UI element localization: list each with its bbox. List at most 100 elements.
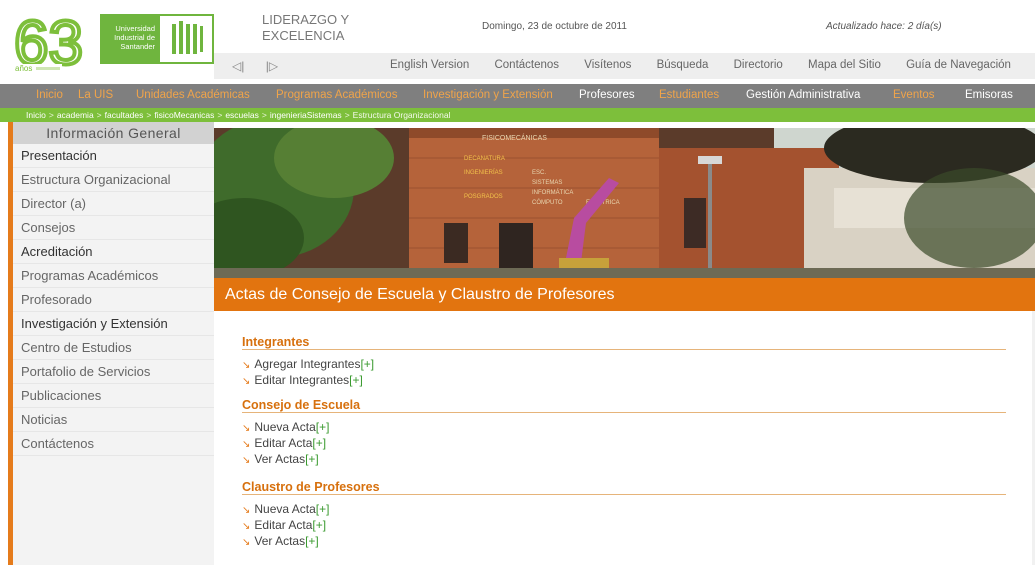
util-link-guia-navegacion[interactable]: Guía de Navegación xyxy=(906,59,1011,71)
link-editar-acta-claustro[interactable]: ↘ Editar Acta[+] xyxy=(242,518,1006,534)
nav-inicio[interactable]: Inicio xyxy=(36,89,63,101)
nav-investigacion-extension[interactable]: Investigación y Extensión xyxy=(423,89,553,101)
last-updated: Actualizado hace: 2 día(s) xyxy=(826,21,942,32)
campus-banner-image: FISICOMECÁNICAS DECANATURA INGENIERÍAS P… xyxy=(214,128,1035,278)
svg-text:ESC.: ESC. xyxy=(532,170,546,176)
sidebar-item-noticias[interactable]: Noticias xyxy=(13,408,214,432)
expand-plus[interactable]: [+] xyxy=(349,373,363,387)
sidebar-title: Información General xyxy=(13,122,214,144)
breadcrumb-facultades[interactable]: facultades xyxy=(105,110,144,120)
breadcrumb-separator: > xyxy=(146,110,152,120)
breadcrumb-separator: > xyxy=(48,110,54,120)
breadcrumb-fisicomecanicas[interactable]: fisicoMecanicas xyxy=(154,110,214,120)
section-links: ↘ Nueva Acta[+] ↘ Editar Acta[+] ↘ Ver Acta… xyxy=(242,413,1006,468)
expand-plus[interactable]: [+] xyxy=(312,518,326,532)
svg-text:CÓMPUTO: CÓMPUTO xyxy=(532,199,563,206)
link-ver-actas-consejo[interactable]: ↘ Ver Actas[+] xyxy=(242,452,1006,468)
nav-profesores[interactable]: Profesores xyxy=(579,89,635,101)
nav-estudiantes[interactable]: Estudiantes xyxy=(659,89,719,101)
link-editar-acta-consejo[interactable]: ↘ Editar Acta[+] xyxy=(242,436,1006,452)
sidebar-item-consejos[interactable]: Consejos xyxy=(13,216,214,240)
util-link-contactenos[interactable]: Contáctenos xyxy=(494,59,559,71)
page-title: Actas de Consejo de Escuela y Claustro d… xyxy=(214,278,1035,311)
util-link-mapa-sitio[interactable]: Mapa del Sitio xyxy=(808,59,881,71)
link-label: Agregar Integrantes xyxy=(254,357,361,371)
nav-eventos[interactable]: Eventos xyxy=(893,89,935,101)
link-label: Ver Actas xyxy=(254,452,306,466)
sidebar-item-estructura-organizacional[interactable]: Estructura Organizacional xyxy=(13,168,214,192)
link-ver-actas-claustro[interactable]: ↘ Ver Actas[+] xyxy=(242,534,1006,550)
svg-text:INGENIERÍAS: INGENIERÍAS xyxy=(464,169,503,176)
section-claustro-profesores: Claustro de Profesores ↘ Nueva Acta[+] ↘ E… xyxy=(242,480,1006,550)
university-name-line3: Santander xyxy=(120,42,155,51)
sidebar-item-portafolio-servicios[interactable]: Portafolio de Servicios xyxy=(13,360,214,384)
nav-gestion-administrativa[interactable]: Gestión Administrativa xyxy=(746,89,860,101)
link-nueva-acta-consejo[interactable]: ↘ Nueva Acta[+] xyxy=(242,420,1006,436)
svg-text:años: años xyxy=(15,64,32,72)
next-arrow-icon[interactable]: |▷ xyxy=(266,59,278,73)
sidebar-item-director[interactable]: Director (a) xyxy=(13,192,214,216)
university-name-line2: Industrial de xyxy=(114,33,155,42)
sidebar-item-programas-academicos[interactable]: Programas Académicos xyxy=(13,264,214,288)
arrow-down-right-icon: ↘ xyxy=(242,423,251,434)
motto-line2: EXCELENCIA xyxy=(262,28,345,43)
expand-plus[interactable]: [+] xyxy=(316,502,330,516)
util-link-busqueda[interactable]: Búsqueda xyxy=(657,59,709,71)
svg-text:DECANATURA: DECANATURA xyxy=(464,156,505,162)
expand-plus[interactable]: [+] xyxy=(305,534,319,548)
util-link-directorio[interactable]: Directorio xyxy=(734,59,783,71)
nav-unidades-academicas[interactable]: Unidades Académicas xyxy=(136,89,250,101)
campus-banner-illustration: FISICOMECÁNICAS DECANATURA INGENIERÍAS P… xyxy=(214,128,1035,278)
nav-la-uis[interactable]: La UIS xyxy=(78,89,113,101)
expand-plus[interactable]: [+] xyxy=(360,357,374,371)
arrow-down-right-icon: ↘ xyxy=(242,360,251,371)
arrow-down-right-icon: ↘ xyxy=(242,439,251,450)
main-navigation: Inicio La UIS Unidades Académicas Progra… xyxy=(0,84,1035,108)
section-links: ↘ Nueva Acta[+] ↘ Editar Acta[+] ↘ Ver Acta… xyxy=(242,495,1006,550)
arrow-down-right-icon: ↘ xyxy=(242,455,251,466)
link-label: Nueva Acta xyxy=(254,502,316,516)
institution-motto: LIDERAZGO Y EXCELENCIA xyxy=(262,12,349,44)
breadcrumb-escuelas[interactable]: escuelas xyxy=(225,110,259,120)
svg-text:SISTEMAS: SISTEMAS xyxy=(532,180,562,186)
util-link-english[interactable]: English Version xyxy=(390,59,469,71)
sidebar-item-publicaciones[interactable]: Publicaciones xyxy=(13,384,214,408)
utility-links: English Version Contáctenos Visítenos Bú… xyxy=(390,59,1011,71)
breadcrumb-separator: > xyxy=(261,110,267,120)
sidebar-item-contactenos[interactable]: Contáctenos xyxy=(13,432,214,456)
breadcrumb-ingenieria-sistemas[interactable]: ingenieriaSistemas xyxy=(270,110,342,120)
sidebar-item-profesorado[interactable]: Profesorado xyxy=(13,288,214,312)
uis-logo-icon xyxy=(172,21,203,54)
link-editar-integrantes[interactable]: ↘ Editar Integrantes[+] xyxy=(242,373,1006,389)
link-nueva-acta-claustro[interactable]: ↘ Nueva Acta[+] xyxy=(242,502,1006,518)
expand-plus[interactable]: [+] xyxy=(305,452,319,466)
breadcrumb-inicio[interactable]: Inicio xyxy=(26,110,46,120)
section-links: ↘ Agregar Integrantes[+] ↘ Editar Integran… xyxy=(242,350,1006,389)
breadcrumb-separator: > xyxy=(344,110,350,120)
university-name-box[interactable]: Universidad Industrial de Santander xyxy=(100,14,158,64)
nav-emisoras[interactable]: Emisoras xyxy=(965,89,1013,101)
link-label: Editar Acta xyxy=(254,436,313,450)
link-agregar-integrantes[interactable]: ↘ Agregar Integrantes[+] xyxy=(242,357,1006,373)
arrow-down-right-icon: ↘ xyxy=(242,537,251,548)
previous-arrow-icon[interactable]: ◁| xyxy=(232,59,244,73)
expand-plus[interactable]: [+] xyxy=(316,420,330,434)
site-header: 63 años Universidad Industrial de Santan… xyxy=(0,0,1035,84)
nav-arrows: ◁| |▷ xyxy=(232,59,296,73)
uis-logo[interactable] xyxy=(158,14,214,64)
expand-plus[interactable]: [+] xyxy=(312,436,326,450)
sidebar-item-investigacion-extension[interactable]: Investigación y Extensión xyxy=(13,312,214,336)
sidebar-item-centro-estudios[interactable]: Centro de Estudios xyxy=(13,336,214,360)
breadcrumb-current: Estructura Organizacional xyxy=(352,110,451,120)
current-date: Domingo, 23 de octubre de 2011 xyxy=(482,21,627,32)
link-label: Editar Acta xyxy=(254,518,313,532)
section-heading: Consejo de Escuela xyxy=(242,398,1006,413)
nav-programas-academicos[interactable]: Programas Académicos xyxy=(276,89,397,101)
sidebar-item-presentacion[interactable]: Presentación xyxy=(13,144,214,168)
university-name-line1: Universidad xyxy=(115,24,155,33)
arrow-down-right-icon: ↘ xyxy=(242,376,251,387)
link-label: Nueva Acta xyxy=(254,420,316,434)
util-link-visitenos[interactable]: Visítenos xyxy=(584,59,631,71)
sidebar-item-acreditacion[interactable]: Acreditación xyxy=(13,240,214,264)
breadcrumb-academia[interactable]: academia xyxy=(57,110,94,120)
